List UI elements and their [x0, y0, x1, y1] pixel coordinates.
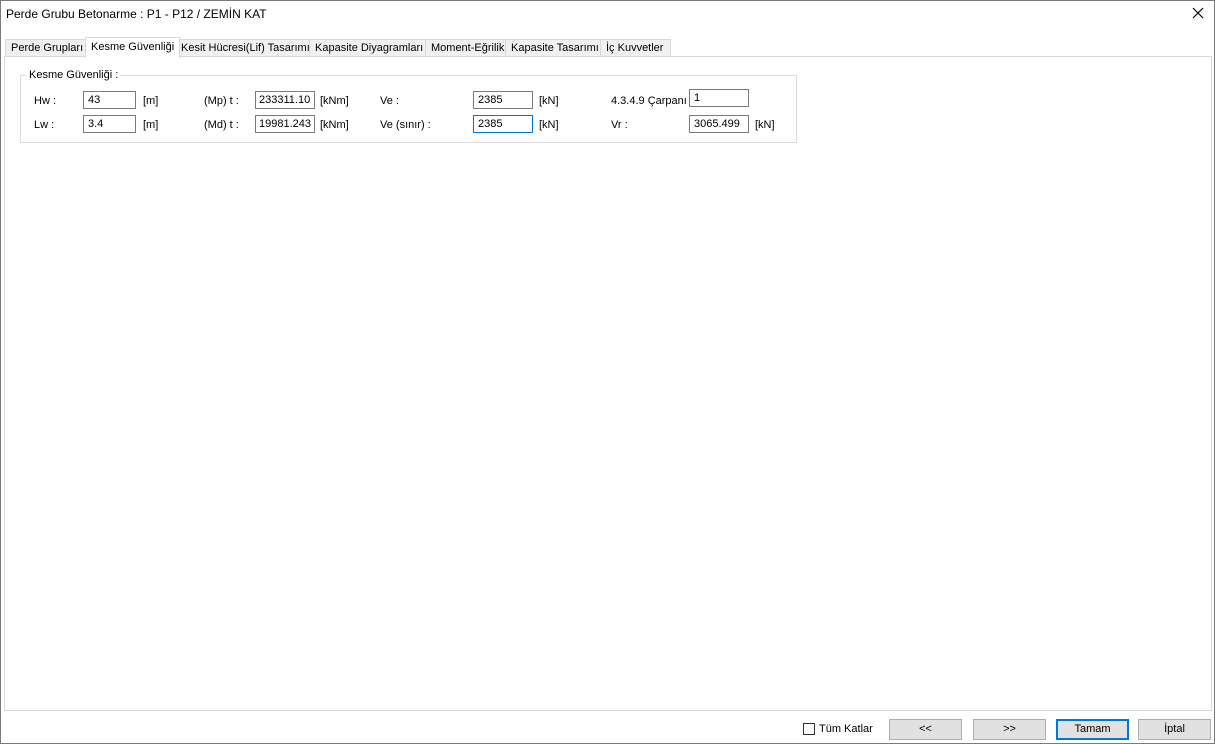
close-button[interactable]: [1186, 3, 1210, 25]
md-unit: [kNm]: [320, 119, 349, 131]
cancel-button[interactable]: İptal: [1138, 719, 1211, 740]
ve-limit-label: Ve (sınır) :: [380, 119, 431, 131]
hw-field[interactable]: [83, 91, 136, 109]
factor-label: 4.3.4.9 Çarpanı: [611, 95, 687, 107]
hw-label: Hw :: [34, 95, 56, 107]
mp-label: (Mp) t :: [204, 95, 239, 107]
tab-kapasite-tasarimi[interactable]: Kapasite Tasarımı: [505, 39, 604, 57]
tab-kesme-guvenligi[interactable]: Kesme Güvenliği: [85, 37, 180, 58]
group-title: Kesme Güvenliği :: [27, 69, 121, 81]
factor-field[interactable]: [689, 89, 749, 107]
all-floors-checkbox[interactable]: [803, 723, 815, 735]
ve-field[interactable]: [473, 91, 533, 109]
ve-label: Ve :: [380, 95, 399, 107]
shear-safety-group: Kesme Güvenliği : Hw : [m] (Mp) t : [kNm…: [20, 69, 797, 143]
window-title: Perde Grubu Betonarme : P1 - P12 / ZEMİN…: [6, 7, 267, 21]
ve-limit-unit: [kN]: [539, 119, 559, 131]
vr-field[interactable]: [689, 115, 749, 133]
next-button[interactable]: >>: [973, 719, 1046, 740]
ok-button[interactable]: Tamam: [1056, 719, 1129, 740]
ve-limit-field[interactable]: [473, 115, 533, 133]
md-label: (Md) t :: [204, 119, 239, 131]
title-bar: Perde Grubu Betonarme : P1 - P12 / ZEMİN…: [1, 1, 1214, 29]
lw-label: Lw :: [34, 119, 55, 131]
vr-label: Vr :: [611, 119, 628, 131]
bottom-bar: Tüm Katlar << >> Tamam İptal: [1, 711, 1214, 743]
hw-unit: [m]: [143, 95, 159, 107]
tab-ic-kuvvetler[interactable]: İç Kuvvetler: [600, 39, 671, 57]
tab-kapasite-diyagramlari[interactable]: Kapasite Diyagramları: [309, 39, 430, 57]
prev-button[interactable]: <<: [889, 719, 962, 740]
all-floors-label[interactable]: Tüm Katlar: [819, 723, 873, 735]
tab-kesit-hucresi[interactable]: Kesit Hücresi(Lif) Tasarımı: [175, 39, 314, 57]
mp-unit: [kNm]: [320, 95, 349, 107]
vr-unit: [kN]: [755, 119, 775, 131]
ve-unit: [kN]: [539, 95, 559, 107]
lw-unit: [m]: [143, 119, 159, 131]
md-field[interactable]: [255, 115, 315, 133]
lw-field[interactable]: [83, 115, 136, 133]
tab-moment-egrilik[interactable]: Moment-Eğrilik: [425, 39, 510, 57]
tab-perde-gruplari[interactable]: Perde Grupları: [5, 39, 90, 57]
tab-panel: Kesme Güvenliği : Hw : [m] (Mp) t : [kNm…: [4, 56, 1212, 711]
close-icon: [1192, 7, 1204, 19]
mp-field[interactable]: [255, 91, 315, 109]
dialog-window: Perde Grubu Betonarme : P1 - P12 / ZEMİN…: [0, 0, 1215, 744]
